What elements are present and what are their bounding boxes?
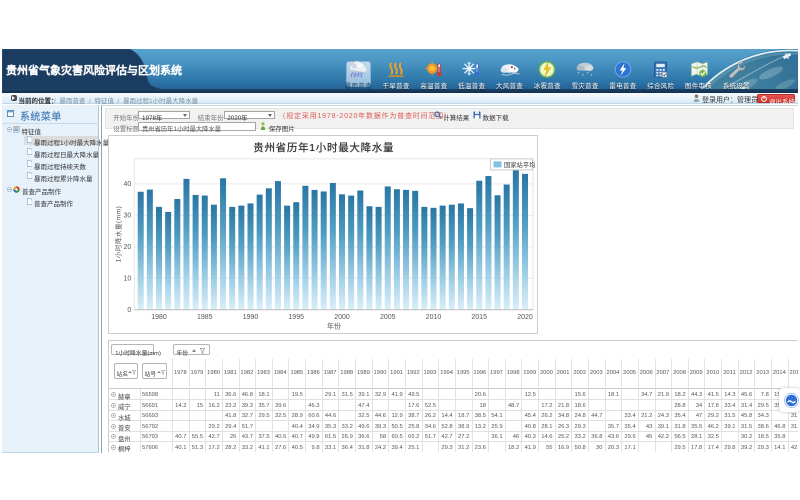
svg-text:20: 20 bbox=[123, 244, 131, 251]
svg-text:*: * bbox=[582, 73, 584, 78]
svg-text:国家站平均: 国家站平均 bbox=[503, 160, 534, 169]
svg-text:*: * bbox=[578, 71, 580, 77]
svg-text:*: * bbox=[591, 73, 593, 78]
svg-text:2020: 2020 bbox=[517, 313, 533, 320]
svg-text:年份: 年份 bbox=[327, 321, 341, 330]
svg-text:2015: 2015 bbox=[471, 313, 487, 320]
svg-text:2005: 2005 bbox=[380, 313, 396, 320]
svg-text:2010: 2010 bbox=[425, 313, 441, 320]
svg-text:1980: 1980 bbox=[151, 313, 167, 320]
svg-text:0: 0 bbox=[127, 307, 131, 314]
svg-text:1小时降水量(mm): 1小时降水量(mm) bbox=[113, 205, 122, 262]
svg-text:1990: 1990 bbox=[242, 313, 258, 320]
svg-text:30: 30 bbox=[123, 212, 131, 219]
svg-text:10: 10 bbox=[123, 275, 131, 282]
svg-text:*: * bbox=[587, 71, 589, 77]
svg-text:1985: 1985 bbox=[197, 313, 213, 320]
svg-text:2000: 2000 bbox=[334, 313, 350, 320]
svg-text:1995: 1995 bbox=[288, 313, 304, 320]
svg-text:40: 40 bbox=[123, 181, 131, 188]
